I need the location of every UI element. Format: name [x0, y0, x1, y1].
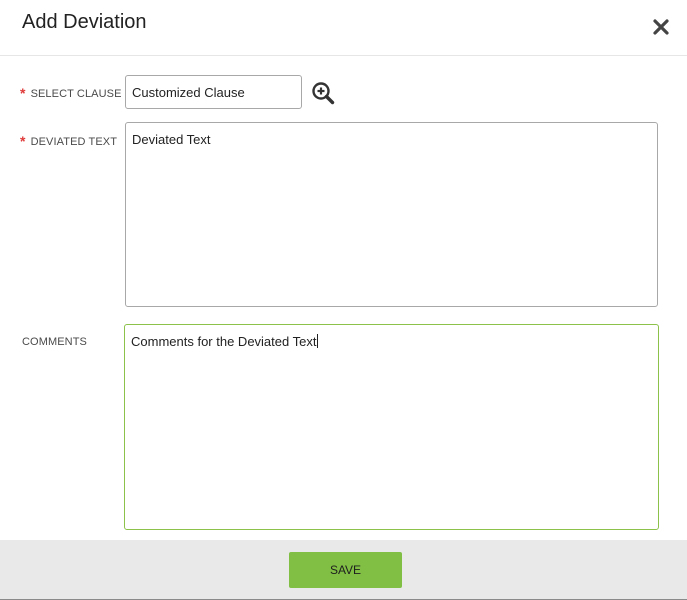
comments-text: Comments for the Deviated Text — [131, 334, 317, 349]
comments-label: COMMENTS — [22, 336, 87, 348]
deviated-text-label-row: * DEVIATED TEXT — [20, 132, 118, 149]
select-clause-label: SELECT CLAUSE — [30, 88, 122, 100]
close-button[interactable] — [650, 16, 672, 38]
dialog-title: Add Deviation — [22, 11, 147, 33]
select-clause-input[interactable]: Customized Clause — [125, 75, 302, 109]
clause-lookup-button[interactable] — [311, 81, 335, 105]
close-icon — [653, 19, 669, 35]
text-caret — [317, 334, 319, 348]
deviated-text-field[interactable]: Deviated Text — [125, 122, 658, 307]
zoom-in-icon — [312, 82, 335, 105]
required-marker: * — [20, 85, 26, 101]
required-marker: * — [20, 133, 26, 149]
select-clause-label-row: * SELECT CLAUSE — [20, 84, 122, 101]
dialog-header: Add Deviation — [0, 0, 687, 56]
deviated-text-label: DEVIATED TEXT — [30, 136, 118, 148]
comments-field[interactable]: Comments for the Deviated Text — [124, 324, 659, 530]
dialog-footer: SAVE — [0, 540, 687, 599]
add-deviation-dialog: Add Deviation * SELECT CLAUSE Customized … — [0, 0, 687, 600]
save-button[interactable]: SAVE — [289, 552, 402, 588]
